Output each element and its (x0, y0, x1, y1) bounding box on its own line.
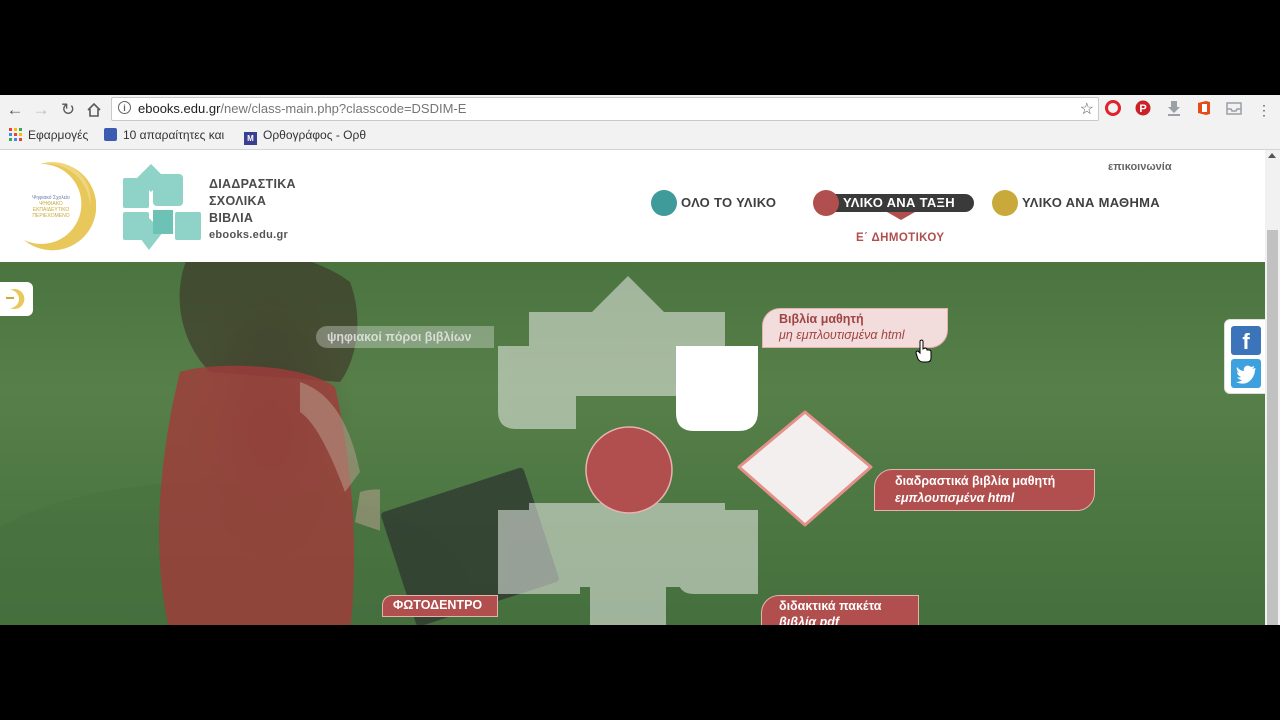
hero-section: ψηφιακοί πόροι βιβλίων Βιβλία μαθητή μη … (0, 262, 1265, 625)
badge-text: ΠΕΡΙΕΧΟΜΕΝΟ (32, 213, 70, 219)
menu-label: ΥΛΙΚΟ ΑΝΑ ΜΑΘΗΜΑ (1022, 195, 1160, 210)
interactive-books-title: διαδραστικά βιβλία μαθητή (895, 474, 1056, 488)
bookmark-item[interactable]: M Ορθογράφος - Ορθ (244, 128, 366, 145)
active-caret-icon (887, 212, 915, 220)
home-icon[interactable] (83, 99, 105, 121)
contact-link[interactable]: επικοινωνία (1108, 161, 1172, 173)
teaching-packs-subtitle: βιβλία pdf (779, 615, 840, 625)
student-books-subtitle: μη εμπλουτισμένα html (779, 328, 905, 342)
interactive-books-tag[interactable]: διαδραστικά βιβλία μαθητή εμπλουτισμένα … (874, 469, 1095, 511)
pinterest-extension-icon[interactable]: P (1135, 100, 1151, 116)
resources-tag[interactable]: ψηφιακοί πόροι βιβλίων (316, 326, 494, 348)
gold-dot-icon (992, 190, 1018, 216)
address-bar[interactable]: i ebooks.edu.gr/new/class-main.php?class… (111, 97, 1099, 121)
teaching-packs-tag[interactable]: διδακτικά πακέτα βιβλία pdf (761, 595, 919, 625)
teal-dot-icon (651, 190, 677, 216)
bookmark-star-icon[interactable]: ☆ (1080, 99, 1094, 119)
facebook-icon[interactable]: f (1231, 326, 1261, 355)
bookmark-apps[interactable]: Εφαρμογές (9, 128, 88, 144)
site-info-icon[interactable]: i (118, 101, 131, 114)
reload-icon[interactable]: ↻ (57, 99, 79, 121)
digital-school-mini-icon (6, 289, 25, 309)
browser-toolbar: ← → ↻ i ebooks.edu.gr/new/class-main.php… (0, 95, 1280, 150)
brand-line: ΔΙΑΔΡΑΣΤΙΚΑ (209, 177, 296, 191)
interactive-books-diamond-icon[interactable] (733, 407, 878, 532)
menu-kebab-icon[interactable]: ⋮ (1253, 99, 1275, 121)
red-dot-icon (813, 190, 839, 216)
office-extension-icon[interactable] (1196, 100, 1212, 116)
flower-diagram (498, 276, 758, 625)
brand-domain: ebooks.edu.gr (209, 229, 289, 241)
twitter-icon[interactable] (1231, 359, 1261, 388)
inbox-extension-icon[interactable] (1226, 100, 1242, 116)
menu-label: ΟΛΟ ΤΟ ΥΛΙΚΟ (681, 195, 777, 210)
hand-cursor-icon (915, 339, 932, 363)
photo-tree-tag[interactable]: ΦΩΤΟΔΕΝΤΡΟ (382, 595, 498, 617)
brand-line: ΣΧΟΛΙΚΑ (209, 194, 267, 208)
photo-tree-label: ΦΩΤΟΔΕΝΤΡΟ (393, 598, 483, 612)
girl-photo-image (150, 262, 480, 625)
page-scrollbar[interactable] (1265, 150, 1280, 625)
svg-text:P: P (1139, 103, 1146, 115)
scroll-up-icon[interactable] (1268, 153, 1276, 158)
scroll-thumb[interactable] (1267, 230, 1278, 625)
center-circle (585, 426, 673, 514)
interactive-books-subtitle: εμπλουτισμένα html (895, 491, 1015, 505)
resources-label: ψηφιακοί πόροι βιβλίων (327, 330, 472, 344)
url-text[interactable]: ebooks.edu.gr/new/class-main.php?classco… (138, 101, 466, 116)
menu-label: ΥΛΙΚΟ ΑΝΑ ΤΑΞΗ (843, 195, 955, 210)
site-header: Ψηφιακό Σχολείο ΨΗΦΙΑΚΟ ΕΚΠΑΙΔΕΥΤΙΚΟ ΠΕΡ… (0, 150, 1265, 262)
bookmark-favicon-icon: M (244, 132, 257, 145)
opera-extension-icon[interactable] (1105, 100, 1121, 116)
active-class-label[interactable]: Ε΄ ΔΗΜΟΤΙΚΟΥ (856, 232, 944, 244)
forward-arrow-icon[interactable]: → (30, 99, 52, 121)
apps-grid-icon (9, 128, 22, 141)
bookmark-item[interactable]: 10 απαραίτητες και (104, 128, 224, 144)
bookmarks-bar: Εφαρμογές 10 απαραίτητες και M Ορθογράφος… (0, 124, 1280, 148)
ebooks-logo-icon[interactable] (123, 164, 203, 252)
brand-line: ΒΙΒΛΙΑ (209, 211, 254, 225)
digital-school-logo[interactable]: Ψηφιακό Σχολείο ΨΗΦΙΑΚΟ ΕΚΠΑΙΔΕΥΤΙΚΟ ΠΕΡ… (18, 160, 97, 252)
page-content: Ψηφιακό Σχολείο ΨΗΦΙΑΚΟ ΕΚΠΑΙΔΕΥΤΙΚΟ ΠΕΡ… (0, 150, 1280, 625)
download-extension-icon[interactable] (1166, 100, 1182, 116)
student-books-title: Βιβλία μαθητή (779, 312, 864, 326)
back-arrow-icon[interactable]: ← (4, 99, 26, 121)
teaching-packs-title: διδακτικά πακέτα (779, 599, 882, 613)
bookmark-favicon-icon (104, 128, 117, 141)
social-share-panel: f (1224, 319, 1265, 394)
side-widget-button[interactable] (0, 282, 33, 316)
